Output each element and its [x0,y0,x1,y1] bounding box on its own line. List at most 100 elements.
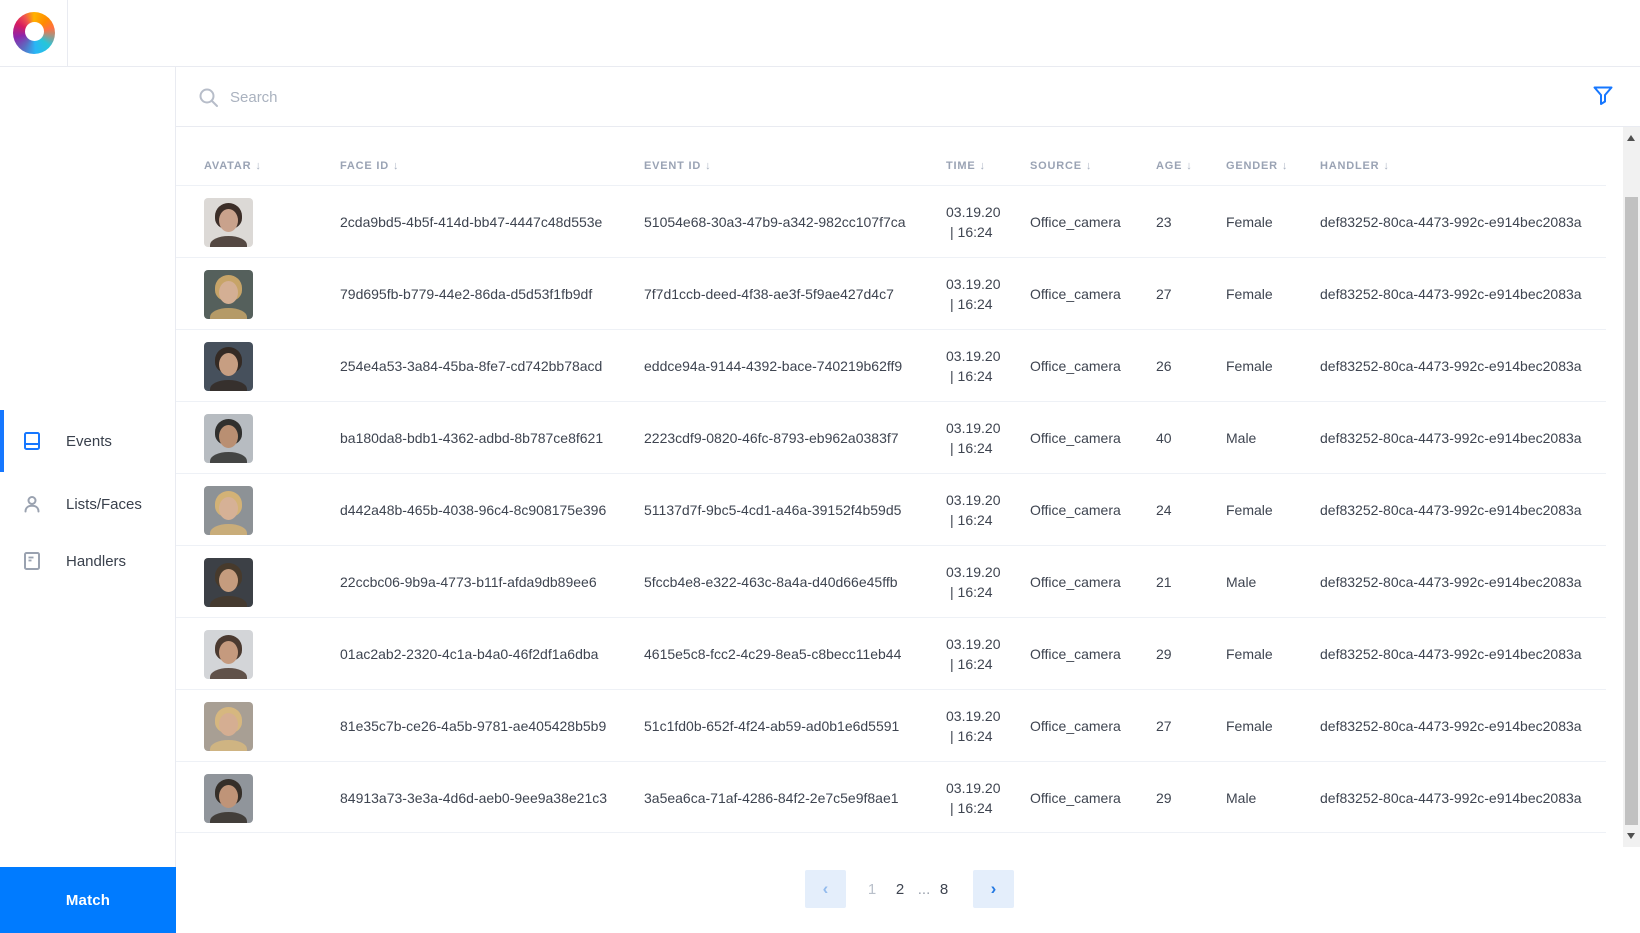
event-id-cell: 2223cdf9-0820-46fc-8793-eb962a0383f7 [644,430,899,446]
face-avatar[interactable] [204,269,253,319]
page-number-1[interactable]: 1 [858,878,886,900]
page-number-8[interactable]: 8 [934,878,954,900]
sidebar-item-events[interactable]: Events [0,410,176,472]
table-row[interactable]: d442a48b-465b-4038-96c4-8c908175e396 511… [176,473,1606,545]
gender-cell: Male [1226,574,1257,590]
age-cell: 40 [1156,430,1172,446]
sort-down-icon: ↓ [979,160,986,172]
gender-cell: Female [1226,286,1273,302]
face-id-cell: ba180da8-bdb1-4362-adbd-8b787ce8f621 [340,430,604,446]
scrollbar-thumb[interactable] [1625,197,1638,825]
time-cell: 03.19.20 | 16:24 [946,276,1001,312]
face-id-cell: d442a48b-465b-4038-96c4-8c908175e396 [340,502,607,518]
table-row[interactable]: 79d695fb-b779-44e2-86da-d5d53f1fb9df 7f7… [176,257,1606,329]
face-avatar[interactable] [204,773,253,823]
column-header-time[interactable]: TIME ↓ [946,160,986,172]
source-cell: Office_camera [1030,718,1121,734]
table-row[interactable]: 84913a73-3e3a-4d6d-aeb0-9ee9a38e21c3 3a5… [176,761,1606,833]
event-id-cell: eddce94a-9144-4392-bace-740219b62ff9 [644,358,903,374]
sort-down-icon: ↓ [1281,160,1289,172]
time-cell: 03.19.20 | 16:24 [946,420,1001,456]
sort-down-icon: ↓ [255,160,262,172]
filter-icon [1592,85,1626,107]
source-cell: Office_camera [1030,358,1121,374]
event-id-cell: 7f7d1ccb-deed-4f38-ae3f-5f9ae427d4c7 [644,286,894,302]
face-avatar[interactable] [204,197,253,247]
previous-page-button[interactable]: ‹ [805,870,846,908]
column-header-age[interactable]: AGE ↓ [1156,160,1193,172]
sidebar-item-label: Events [66,432,112,450]
handlers-icon [22,551,42,571]
face-avatar[interactable] [204,629,253,679]
sort-down-icon: ↓ [1085,160,1093,172]
next-page-button[interactable]: › [973,870,1014,908]
events-icon [22,431,42,451]
source-cell: Office_camera [1030,646,1121,662]
column-header-face-id[interactable]: FACE ID ↓ [340,160,399,172]
scroll-up-arrow-icon[interactable] [1627,135,1635,141]
face-avatar[interactable] [204,701,253,751]
sidebar-item-handlers[interactable]: Handlers [0,530,176,592]
time-cell: 03.19.20 | 16:24 [946,492,1001,528]
gender-cell: Female [1226,358,1273,374]
column-header-gender[interactable]: GENDER ↓ [1226,160,1288,172]
table-row[interactable]: ba180da8-bdb1-4362-adbd-8b787ce8f621 222… [176,401,1606,473]
sidebar-item-label: Lists/Faces [66,495,142,513]
age-cell: 24 [1156,502,1172,518]
source-cell: Office_camera [1030,574,1121,590]
source-cell: Office_camera [1030,214,1121,230]
search-input[interactable] [230,81,830,113]
scroll-down-arrow-icon[interactable] [1627,833,1635,839]
face-avatar[interactable] [204,557,253,607]
face-id-cell: 254e4a53-3a84-45ba-8fe7-cd742bb78acd [340,358,603,374]
face-id-cell: 01ac2ab2-2320-4c1a-b4a0-46f2df1a6dba [340,646,599,662]
page-number-2[interactable]: 2 [886,878,914,900]
face-id-cell: 79d695fb-b779-44e2-86da-d5d53f1fb9df [340,286,593,302]
table-row[interactable]: 254e4a53-3a84-45ba-8fe7-cd742bb78acd edd… [176,329,1606,401]
time-cell: 03.19.20 | 16:24 [946,204,1001,240]
table-row[interactable]: 01ac2ab2-2320-4c1a-b4a0-46f2df1a6dba 461… [176,617,1606,689]
chevron-right-icon: › [990,879,997,898]
table-row[interactable]: 81e35c7b-ce26-4a5b-9781-ae405428b5b9 51c… [176,689,1606,761]
sidebar-item-lists-faces[interactable]: Lists/Faces [0,473,176,535]
vertical-scrollbar[interactable] [1623,127,1640,847]
time-cell: 03.19.20 | 16:24 [946,636,1001,672]
source-cell: Office_camera [1030,790,1121,806]
table-row[interactable]: 2cda9bd5-4b5f-414d-bb47-4447c48d553e 510… [176,185,1606,257]
table-header: AVATAR ↓ FACE ID ↓ EVENT ID ↓ TIME ↓ SOURCE ↓… [176,127,1606,185]
table-row[interactable]: 22ccbc06-9b9a-4773-b11f-afda9db89ee6 5fc… [176,545,1606,617]
column-header-source[interactable]: SOURCE ↓ [1030,160,1092,172]
handler-cell: def83252-80ca-4473-992c-e914bec2083a [1320,502,1582,518]
face-avatar[interactable] [204,413,253,463]
age-cell: 26 [1156,358,1172,374]
age-cell: 27 [1156,718,1172,734]
column-header-event-id[interactable]: EVENT ID ↓ [644,160,711,172]
gender-cell: Female [1226,502,1273,518]
column-header-avatar[interactable]: AVATAR ↓ [204,160,262,172]
match-button[interactable]: Match [0,867,176,933]
gender-cell: Male [1226,430,1257,446]
handler-cell: def83252-80ca-4473-992c-e914bec2083a [1320,214,1582,230]
search-bar [176,67,1640,127]
sort-down-icon: ↓ [1186,160,1193,172]
app-logo-icon[interactable] [12,12,55,54]
column-header-handler[interactable]: HANDLER ↓ [1320,160,1390,172]
face-id-cell: 22ccbc06-9b9a-4773-b11f-afda9db89ee6 [340,574,597,590]
event-id-cell: 5fccb4e8-e322-463c-8a4a-d40d66e45ffb [644,574,898,590]
face-avatar[interactable] [204,341,253,391]
logo-box [0,0,68,66]
person-icon [22,494,42,514]
pagination: ‹ 1 2 ... 8 › [176,870,1606,908]
chevron-left-icon: ‹ [822,879,829,898]
handler-cell: def83252-80ca-4473-992c-e914bec2083a [1320,574,1582,590]
event-id-cell: 51c1fd0b-652f-4f24-ab59-ad0b1e6d5591 [644,718,900,734]
face-avatar[interactable] [204,485,253,535]
gender-cell: Female [1226,214,1273,230]
filter-button[interactable] [1592,79,1626,113]
source-cell: Office_camera [1030,286,1121,302]
page-ellipsis: ... [917,880,931,898]
time-cell: 03.19.20 | 16:24 [946,348,1001,384]
active-indicator [0,410,4,472]
gender-cell: Male [1226,790,1257,806]
handler-cell: def83252-80ca-4473-992c-e914bec2083a [1320,286,1582,302]
